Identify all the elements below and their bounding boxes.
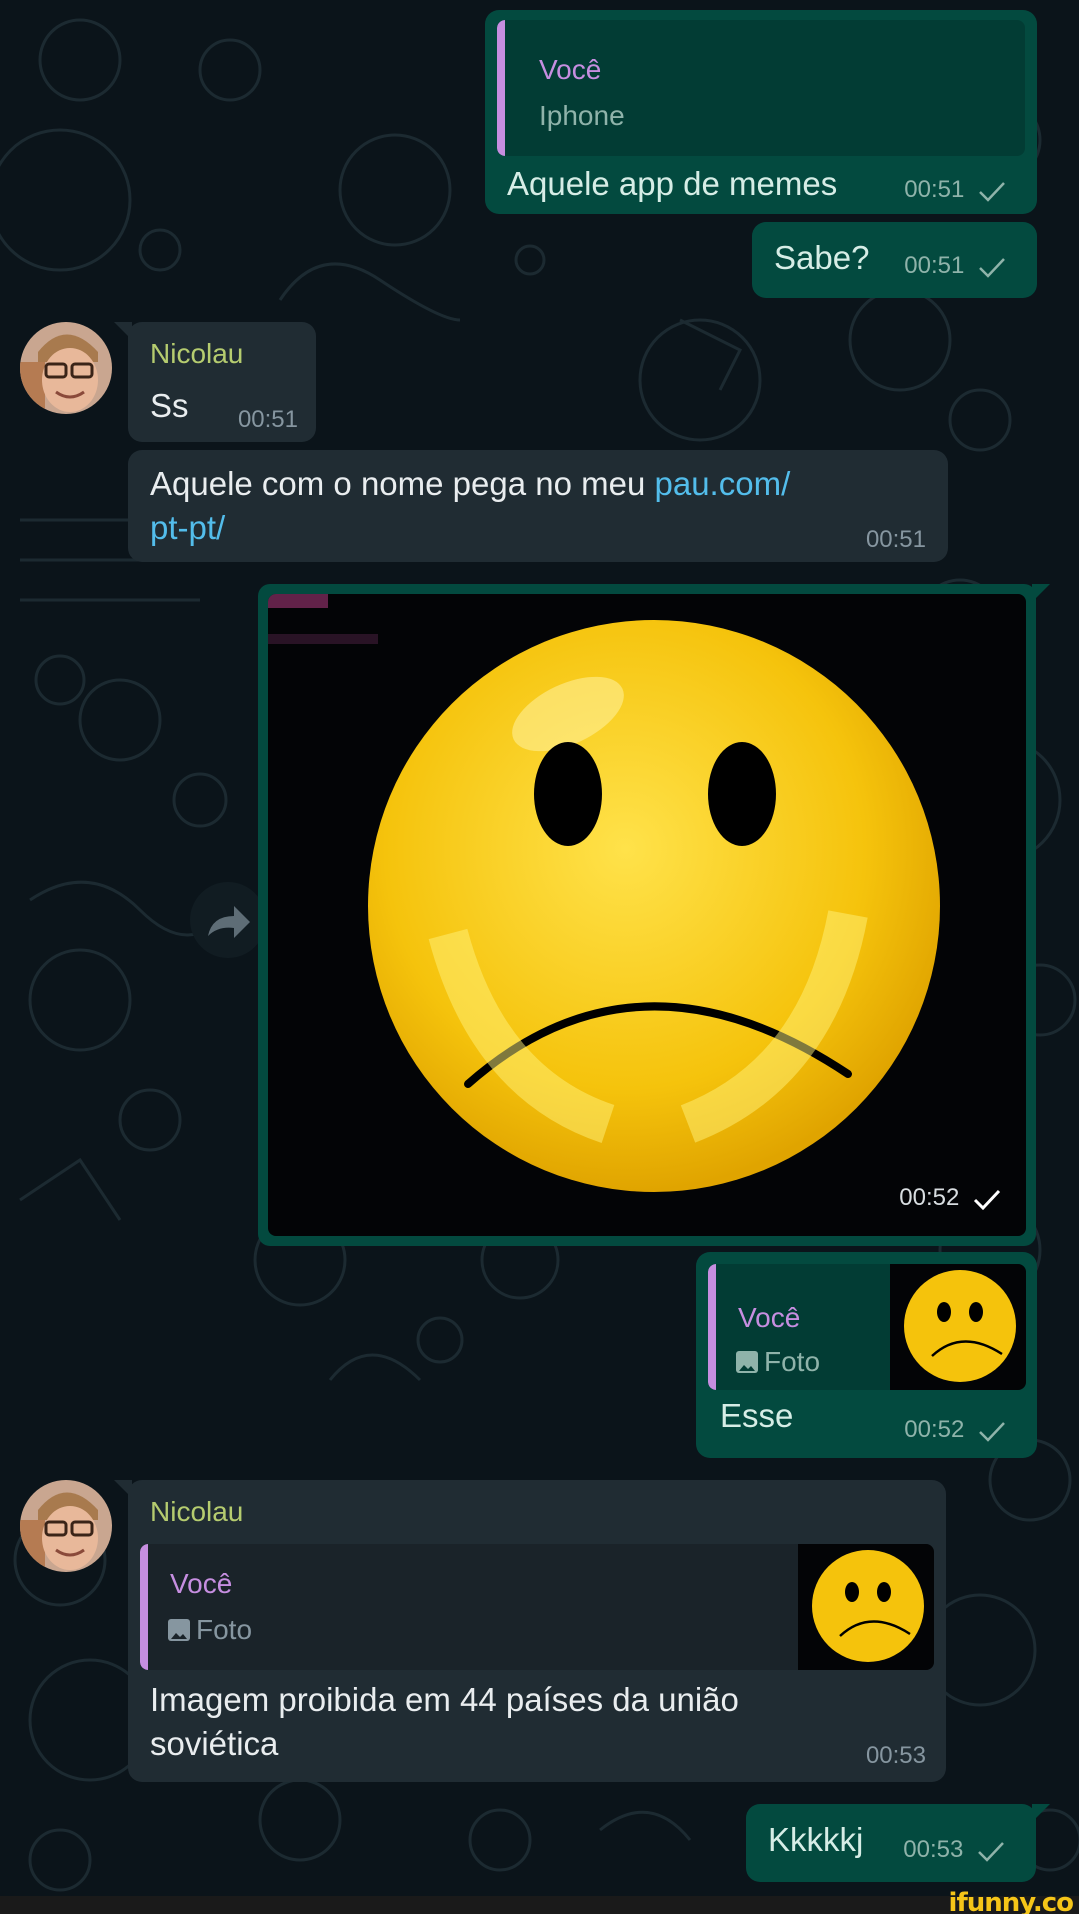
quote-text-label: Foto xyxy=(764,1346,821,1377)
message-time: 00:51 xyxy=(904,176,1007,204)
sent-check-icon xyxy=(973,1189,1001,1210)
quote-bar xyxy=(497,20,505,156)
message-time: 00:53 xyxy=(865,1742,926,1769)
message-text: Esse xyxy=(720,1397,794,1434)
quote-thumbnail xyxy=(798,1544,934,1670)
message-time: 00:52 xyxy=(899,1184,1002,1212)
message-bubble-incoming[interactable]: Nicolau Você Foto Imagem proibida em 44 … xyxy=(114,1480,946,1782)
time-label: 00:52 xyxy=(904,1416,965,1443)
message-time: 00:51 xyxy=(237,406,298,433)
quote-thumbnail xyxy=(890,1264,1026,1390)
sent-check-icon xyxy=(979,257,1005,278)
message-text-line: soviética xyxy=(150,1725,279,1762)
sender-name: Nicolau xyxy=(150,1496,244,1527)
message-text: Ss xyxy=(150,387,189,424)
message-time: 00:52 xyxy=(904,1416,1007,1444)
time-label: 00:51 xyxy=(904,252,965,279)
message-bubble-incoming[interactable]: Nicolau Ss 00:51 xyxy=(114,322,316,442)
watermark-bar xyxy=(0,1896,1079,1914)
sender-name: Nicolau xyxy=(150,338,244,369)
quote-text: Foto xyxy=(736,1346,820,1378)
avatar-photo xyxy=(20,1480,112,1572)
quote-bar xyxy=(140,1544,148,1670)
image-attachment[interactable] xyxy=(268,594,1026,1236)
sent-check-icon xyxy=(979,181,1005,202)
time-label: 00:53 xyxy=(903,1836,964,1863)
message-text-part: Aquele com o nome pega no meu xyxy=(150,465,655,502)
quoted-message[interactable]: Você Foto xyxy=(140,1544,934,1670)
quote-text-label: Foto xyxy=(196,1614,253,1645)
sent-check-icon xyxy=(979,1421,1005,1442)
quote-text: Iphone xyxy=(539,100,625,131)
message-text: Sabe? xyxy=(774,239,870,276)
quote-text: Foto xyxy=(168,1614,252,1646)
message-text: Imagem proibida em 44 países da união so… xyxy=(150,1678,739,1766)
quote-author: Você xyxy=(738,1302,801,1333)
message-bubble-image[interactable]: 00:52 xyxy=(258,584,1050,1246)
time-label: 00:51 xyxy=(904,176,965,203)
message-bubble-outgoing[interactable]: Você Foto Esse 00:52 xyxy=(696,1252,1037,1458)
time-label: 00:52 xyxy=(899,1184,960,1211)
quoted-message[interactable]: Você Foto xyxy=(708,1264,1026,1390)
message-link[interactable]: pau.com/ xyxy=(655,465,791,502)
avatar[interactable] xyxy=(20,322,112,414)
message-time: 00:51 xyxy=(904,252,1007,280)
photo-icon xyxy=(168,1619,190,1641)
quote-author: Você xyxy=(170,1568,233,1599)
message-text: Kkkkkj xyxy=(768,1821,864,1858)
message-bubble-outgoing[interactable]: Sabe? 00:51 xyxy=(752,222,1037,298)
message-text: Aquele app de memes xyxy=(507,165,838,202)
forward-icon xyxy=(208,906,250,938)
quote-bar xyxy=(708,1264,716,1390)
sent-check-icon xyxy=(978,1841,1004,1862)
quote-author: Você xyxy=(539,54,602,85)
photo-icon xyxy=(736,1351,758,1373)
message-link[interactable]: pt-pt/ xyxy=(150,509,225,546)
quoted-message[interactable]: Você Iphone xyxy=(497,20,1025,156)
forward-button[interactable] xyxy=(190,882,266,958)
message-bubble-incoming[interactable]: Aquele com o nome pega no meu pau.com/ p… xyxy=(128,450,948,562)
ifunny-watermark: ifunny.co xyxy=(948,1888,1074,1914)
sad-face-emoji-image xyxy=(268,594,940,1192)
message-bubble-outgoing[interactable]: Você Iphone Aquele app de memes 00:51 xyxy=(485,10,1037,214)
message-text: Aquele com o nome pega no meu pau.com/ p… xyxy=(150,462,930,550)
message-bubble-outgoing[interactable]: Kkkkkj 00:53 xyxy=(746,1804,1050,1882)
message-time: 00:51 xyxy=(865,526,926,553)
avatar[interactable] xyxy=(20,1480,112,1572)
message-time: 00:53 xyxy=(903,1836,1006,1864)
avatar-photo xyxy=(20,322,112,414)
message-text-line: Imagem proibida em 44 países da união xyxy=(150,1681,739,1718)
